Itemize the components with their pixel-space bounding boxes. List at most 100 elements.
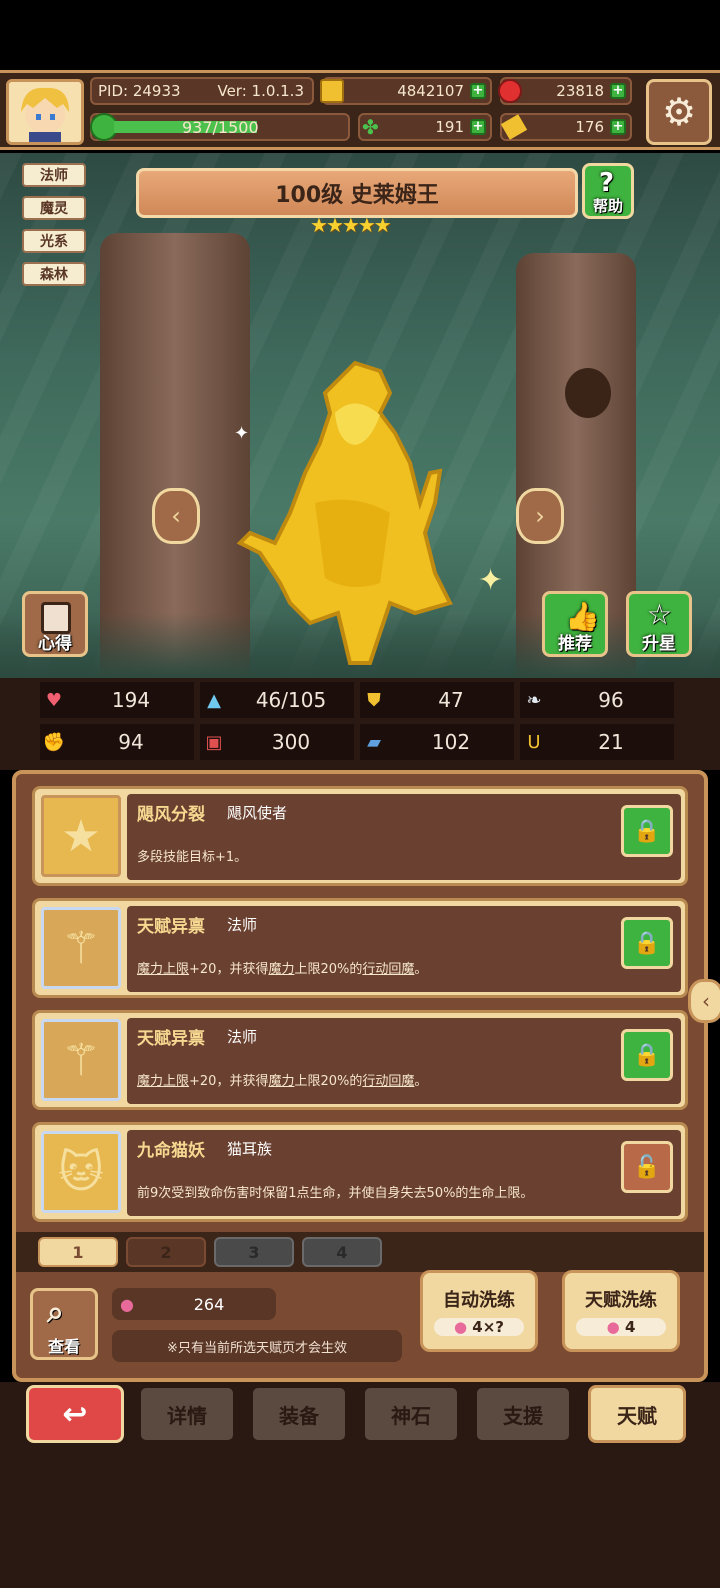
nav-support[interactable]: 支援: [474, 1385, 572, 1443]
potion-icon: ●: [453, 1318, 468, 1336]
staff-icon: ⚚: [41, 1019, 121, 1101]
nav-talent[interactable]: 天赋: [588, 1385, 686, 1443]
auto-reroll-button[interactable]: 自动洗练 ● 4×?: [420, 1270, 538, 1352]
talent-info: 飓风分裂 飓风使者 多段技能目标+1。: [127, 794, 681, 880]
lock-icon: 🔒: [633, 818, 661, 844]
character-title-banner: 100级 史莱姆王: [136, 168, 578, 218]
talent-desc: 魔力上限+20，并获得魔力上限20%的行动回魔。: [137, 962, 428, 977]
clover-value: 191: [435, 118, 464, 136]
fist-icon: ✊: [42, 731, 66, 753]
stat-mana: ▲ 46/105: [200, 682, 354, 718]
ticket-pill: 176 +: [500, 113, 632, 141]
stat-move: ▰ 102: [360, 724, 514, 760]
gem-value: 23818: [556, 82, 604, 100]
star-icon: ★: [310, 213, 328, 237]
lock-icon: 🔒: [633, 1042, 661, 1068]
nav-equipment[interactable]: 装备: [250, 1385, 348, 1443]
scroll-icon: [41, 602, 71, 634]
lock-icon: 🔒: [633, 930, 661, 956]
talent-name: 飓风分裂: [137, 805, 205, 825]
ruby-icon: [498, 79, 522, 103]
star-icon: ★: [341, 213, 360, 237]
talent-card[interactable]: ★ 飓风分裂 飓风使者 多段技能目标+1。 🔒: [32, 786, 688, 886]
talent-source: 飓风使者: [227, 804, 288, 822]
add-gold-button[interactable]: +: [470, 83, 486, 99]
boot-icon: ▰: [367, 731, 381, 753]
stats-grid: ♥ 194 ▲ 46/105 ⛊ 47 ❧ 96 ✊ 94 ▣ 300 ▰ 102 Ս 21: [0, 678, 720, 770]
shield-icon: ⛊: [367, 689, 381, 711]
talent-card[interactable]: 🐱 九命猫妖 猫耳族 前9次受到致命伤害时保留1点生命，并使自身失去50%的生命…: [32, 1122, 688, 1222]
talent-card[interactable]: ⚚ 天赋异禀 法师 魔力上限+20，并获得魔力上限20%的行动回魔。 🔒: [32, 1010, 688, 1110]
star-rating: ★★★★★: [310, 213, 392, 237]
player-avatar[interactable]: [6, 79, 84, 145]
reroll-label: 天赋洗练: [585, 1290, 657, 1311]
view-label: 查看: [47, 1337, 80, 1356]
staff-icon: ⚚: [41, 907, 121, 989]
class-tags: 法师 魔灵 光系 森林: [22, 163, 86, 286]
stat-speed: ❧ 96: [520, 682, 674, 718]
sparkle-icon: ✦: [478, 563, 504, 598]
talent-card[interactable]: ⚚ 天赋异禀 法师 魔力上限+20，并获得魔力上限20%的行动回魔。 🔒: [32, 898, 688, 998]
tag-race: 魔灵: [22, 196, 86, 220]
sparkle-icon: ✦: [234, 423, 250, 444]
exp-value: 937/1500: [182, 118, 259, 137]
player-id: PID: 24933: [98, 82, 181, 100]
ticket-icon: [500, 114, 528, 140]
lock-toggle[interactable]: 🔓: [621, 1141, 673, 1193]
add-ticket-button[interactable]: +: [610, 119, 626, 135]
stat-attack: ✊ 94: [40, 724, 194, 760]
lock-toggle[interactable]: 🔒: [621, 805, 673, 857]
nav-godstone[interactable]: 神石: [362, 1385, 460, 1443]
recommend-button[interactable]: 👍 推荐: [542, 591, 608, 657]
page-note: ※只有当前所选天赋页才会生效: [112, 1330, 402, 1362]
lock-toggle[interactable]: 🔒: [621, 917, 673, 969]
page-tab-4[interactable]: 4: [302, 1237, 382, 1267]
gold-pill: 4842107 +: [320, 77, 492, 105]
page-tab-2[interactable]: 2: [126, 1237, 206, 1267]
mana-drop-icon: ▲: [207, 689, 221, 711]
talent-info: 天赋异禀 法师 魔力上限+20，并获得魔力上限20%的行动回魔。: [127, 906, 681, 992]
view-button[interactable]: ⌕ 查看: [30, 1288, 98, 1360]
cat-icon: 🐱: [41, 1131, 121, 1213]
page-tab-3[interactable]: 3: [214, 1237, 294, 1267]
tree-hollow: [565, 368, 611, 418]
tag-terrain: 森林: [22, 262, 86, 286]
heart-icon: ♥: [45, 689, 63, 711]
star-outline-icon: ☆: [647, 598, 673, 631]
talent-panel: ★ 飓风分裂 飓风使者 多段技能目标+1。 🔒 ⚚ 天赋异禀 法师 魔力上限+2…: [12, 770, 720, 1382]
help-button[interactable]: ? 帮助: [582, 163, 634, 219]
potion-icon: ●: [120, 1294, 134, 1314]
thumbs-up-icon: 👍: [565, 600, 600, 633]
talent-desc: 前9次受到致命伤害时保留1点生命，并使自身失去50%的生命上限。: [137, 1186, 534, 1201]
stat-luck: Ս 21: [520, 724, 674, 760]
star-icon: ★: [41, 795, 121, 877]
star-up-button[interactable]: ☆ 升星: [626, 591, 692, 657]
talent-name: 九命猫妖: [137, 1141, 205, 1161]
insight-button[interactable]: 心得: [22, 591, 88, 657]
page-tab-1[interactable]: 1: [38, 1237, 118, 1267]
talent-source: 法师: [227, 916, 258, 934]
potion-count: 264: [193, 1294, 225, 1314]
tag-element: 光系: [22, 229, 86, 253]
arrow-right-icon: ›: [535, 502, 545, 530]
id-version-bar: PID: 24933 Ver: 1.0.1.3: [90, 77, 314, 105]
add-gem-button[interactable]: +: [610, 83, 626, 99]
stat-hp: ♥ 194: [40, 682, 194, 718]
next-character-button[interactable]: ›: [516, 488, 564, 544]
star-icon: ★: [325, 213, 344, 237]
character-scene: 法师 魔灵 光系 森林 100级 史莱姆王 ★★★★★ ? 帮助 ✦ ✦ ‹ ›…: [0, 153, 720, 678]
gear-icon: ⚙: [661, 90, 697, 134]
question-icon: ?: [599, 168, 615, 198]
unlock-icon: 🔓: [633, 1154, 661, 1180]
exp-bar: 937/1500: [90, 113, 350, 141]
settings-button[interactable]: ⚙: [646, 79, 712, 145]
wing-icon: ❧: [526, 689, 542, 711]
nav-details[interactable]: 详情: [138, 1385, 236, 1443]
talent-info: 天赋异禀 法师 魔力上限+20，并获得魔力上限20%的行动回魔。: [127, 1018, 681, 1104]
back-button[interactable]: ↩: [26, 1385, 124, 1443]
add-clover-button[interactable]: +: [470, 119, 486, 135]
prev-character-button[interactable]: ‹: [152, 488, 200, 544]
side-expand-button[interactable]: ‹: [688, 979, 720, 1023]
talent-reroll-button[interactable]: 天赋洗练 ● 4: [562, 1270, 680, 1352]
lock-toggle[interactable]: 🔒: [621, 1029, 673, 1081]
